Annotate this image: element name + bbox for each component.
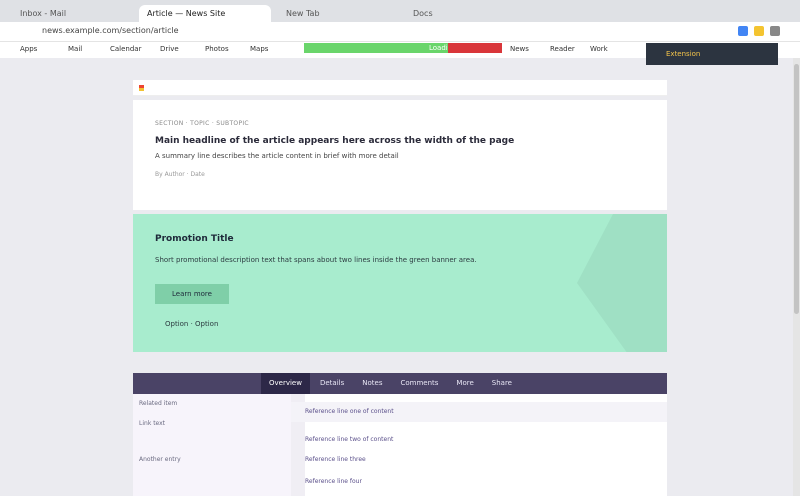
bookmark-item[interactable]: Calendar [110,45,141,53]
bookmark-item[interactable]: Drive [160,45,179,53]
list-item[interactable]: Related item [139,400,177,407]
browser-tab[interactable]: Inbox - Mail [12,5,112,22]
tab-share[interactable]: Share [484,373,520,394]
tab-comments[interactable]: Comments [392,373,446,394]
content-row: Reference line one of content [305,408,394,415]
menu-icon[interactable] [770,26,780,36]
load-progress-bar: Loading [304,43,502,53]
browser-tab[interactable]: New Tab [278,5,398,22]
browser-tab[interactable]: Docs [405,5,505,22]
browser-tab-active[interactable]: Article — News Site [139,5,271,22]
bookmark-item[interactable]: Maps [250,45,268,53]
promo-decoration [577,214,667,352]
promo-button[interactable]: Learn more [155,284,229,304]
promo-footer[interactable]: Option · Option [165,320,218,328]
browser-tabstrip: Inbox - Mail Article — News Site New Tab… [0,0,800,22]
tab-overview[interactable]: Overview [261,373,310,394]
bookmark-item[interactable]: Reader [550,45,575,53]
promo-banner: Promotion Title Short promotional descri… [133,214,667,352]
content-row: Reference line three [305,456,366,463]
site-topbar [133,80,667,96]
article-summary: A summary line describes the article con… [155,152,399,160]
extension-icons [738,26,780,36]
list-item[interactable]: Another entry [139,456,181,463]
extension-icon[interactable] [738,26,748,36]
left-column: Related item Link text Another entry [133,394,291,496]
article-headline: Main headline of the article appears her… [155,136,515,146]
url-text[interactable]: news.example.com/section/article [42,26,179,35]
site-logo-icon[interactable] [139,85,144,91]
tab-details[interactable]: Details [312,373,352,394]
promo-text: Short promotional description text that … [155,256,477,264]
extension-icon[interactable] [754,26,764,36]
article-header: SECTION · TOPIC · SUBTOPIC Main headline… [133,100,667,210]
bookmark-item[interactable]: Apps [20,45,37,53]
section-tabbar: Overview Details Notes Comments More Sha… [133,373,667,394]
breadcrumb[interactable]: SECTION · TOPIC · SUBTOPIC [155,120,645,127]
article-meta: By Author · Date [155,171,205,178]
extension-popup[interactable]: Extension [646,43,778,65]
bookmark-item[interactable]: Mail [68,45,82,53]
tab-content: Related item Link text Another entry Ref… [133,394,667,496]
page-scrollbar[interactable] [793,58,800,496]
scroll-thumb[interactable] [794,64,799,314]
bookmark-item[interactable]: News [510,45,529,53]
bookmark-item[interactable]: Photos [205,45,229,53]
list-item[interactable]: Link text [139,420,165,427]
page-content: SECTION · TOPIC · SUBTOPIC Main headline… [133,80,667,496]
bookmark-item[interactable]: Work [590,45,608,53]
tab-more[interactable]: More [448,373,481,394]
content-row: Reference line two of content [305,436,394,443]
tab-notes[interactable]: Notes [354,373,390,394]
progress-error-segment [448,43,502,53]
promo-title: Promotion Title [155,234,234,244]
content-row: Reference line four [305,478,362,485]
address-bar[interactable]: news.example.com/section/article [0,22,800,42]
